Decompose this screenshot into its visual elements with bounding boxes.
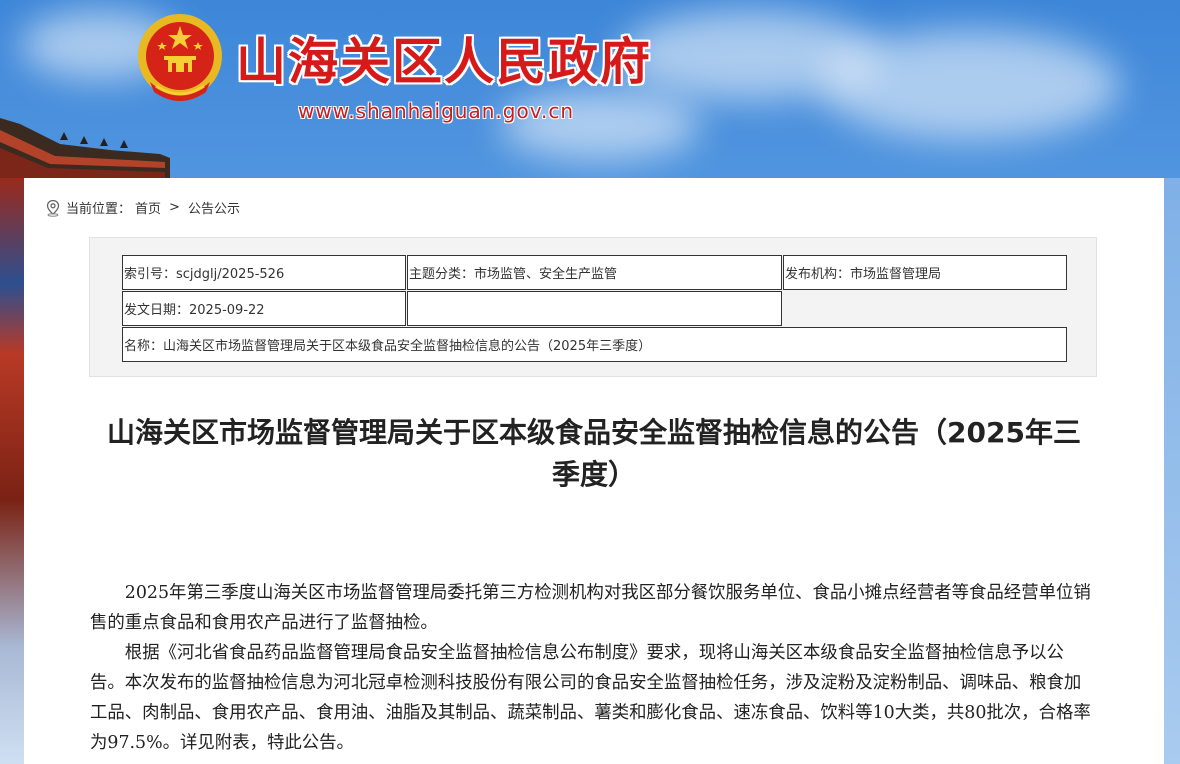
meta-empty-cell [407, 291, 782, 326]
document-meta-table: 索引号：scjdglj/2025-526 主题分类：市场监管、安全生产监管 发布… [89, 237, 1097, 377]
location-pin-icon [46, 199, 60, 217]
article-body: 2025年第三季度山海关区市场监督管理局委托第三方检测机构对我区部分餐饮服务单位… [90, 578, 1095, 758]
palace-roof-decoration [0, 118, 170, 178]
right-decoration [1164, 178, 1180, 764]
breadcrumb-separator: > [169, 200, 180, 215]
breadcrumb-prefix: 当前位置： [66, 202, 132, 217]
article-paragraph: 2025年第三季度山海关区市场监督管理局委托第三方检测机构对我区部分餐饮服务单位… [90, 583, 1091, 633]
main-content: 当前位置： 首页 > 公告公示 索引号：scjdglj/2025-526 主题分… [24, 178, 1164, 764]
left-decoration [0, 178, 24, 764]
article-paragraph: 根据《河北省食品药品监督管理局食品安全监督抽检信息公布制度》要求，现将山海关区本… [90, 643, 1091, 753]
site-header: 山海关区人民政府 www.shanhaiguan.gov.cn [0, 0, 1180, 178]
cloud-decoration [820, 30, 1120, 140]
site-title: 山海关区人民政府 [236, 33, 652, 91]
breadcrumb: 当前位置： 首页 > 公告公示 [44, 198, 240, 217]
meta-publisher: 发布机构：市场监督管理局 [783, 255, 1067, 290]
meta-topic: 主题分类：市场监管、安全生产监管 [407, 255, 782, 290]
meta-document-name: 名称：山海关区市场监督管理局关于区本级食品安全监督抽检信息的公告（2025年三季… [122, 327, 1067, 362]
breadcrumb-home-link[interactable]: 首页 [135, 198, 161, 217]
article-title: 山海关区市场监督管理局关于区本级食品安全监督抽检信息的公告（2025年三季度） [107, 416, 1081, 491]
meta-date: 发文日期：2025-09-22 [122, 291, 406, 326]
site-url[interactable]: www.shanhaiguan.gov.cn [298, 99, 574, 123]
meta-index-number: 索引号：scjdglj/2025-526 [122, 255, 406, 290]
national-emblem-icon [138, 14, 222, 101]
breadcrumb-current-link[interactable]: 公告公示 [188, 198, 240, 217]
